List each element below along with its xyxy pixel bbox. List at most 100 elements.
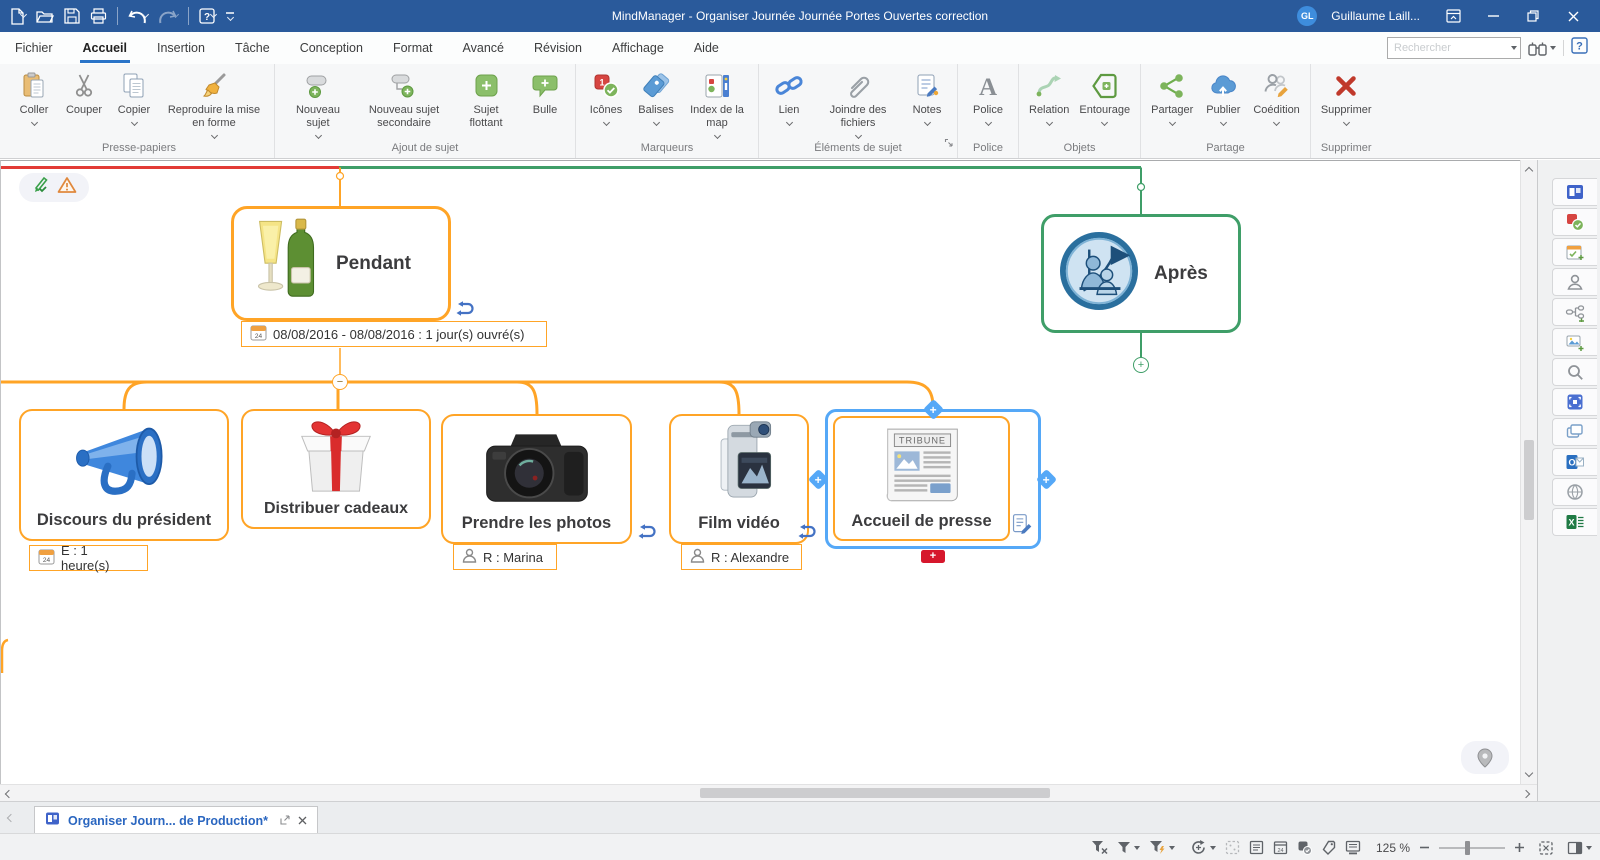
tab-accueil[interactable]: Accueil bbox=[68, 32, 142, 64]
relationship-icon[interactable] bbox=[798, 520, 820, 547]
remove-filter-icon[interactable] bbox=[1091, 840, 1108, 855]
warning-triangle-icon[interactable] bbox=[57, 176, 77, 199]
outline-view-icon[interactable] bbox=[1249, 840, 1264, 855]
discours-effort-label[interactable]: 24 E : 1 heure(s) bbox=[29, 545, 148, 571]
tab-avance[interactable]: Avancé bbox=[448, 32, 519, 64]
nouveau-sujet-button[interactable]: Nouveau sujet bbox=[280, 67, 356, 138]
tags-view-icon[interactable] bbox=[1321, 840, 1336, 855]
joindre-des-fichiers-button[interactable]: Joindre des fichiers bbox=[814, 67, 902, 138]
pendant-date-label[interactable]: 24 08/08/2016 - 08/08/2016 : 1 jour(s) o… bbox=[241, 321, 547, 347]
tab-revision[interactable]: Révision bbox=[519, 32, 597, 64]
tab-affichage[interactable]: Affichage bbox=[597, 32, 679, 64]
tab-conception[interactable]: Conception bbox=[285, 32, 378, 64]
filter-icon[interactable] bbox=[1117, 841, 1140, 855]
close-tab-icon[interactable] bbox=[298, 812, 307, 830]
close-button[interactable] bbox=[1560, 3, 1586, 29]
notes-button[interactable]: Notes bbox=[902, 67, 952, 125]
partager-button[interactable]: Partager bbox=[1146, 67, 1198, 125]
search-input[interactable] bbox=[1387, 37, 1521, 59]
map-canvas[interactable]: − + bbox=[0, 160, 1520, 784]
markers-index-button[interactable] bbox=[1552, 208, 1597, 236]
relationship-icon[interactable] bbox=[638, 520, 660, 547]
supprimer-button[interactable]: Supprimer bbox=[1316, 67, 1377, 125]
scroll-left-arrow[interactable] bbox=[5, 790, 13, 798]
scroll-down-arrow[interactable] bbox=[1525, 769, 1533, 777]
vertical-scroll-thumb[interactable] bbox=[1524, 440, 1534, 520]
vertical-scrollbar[interactable] bbox=[1520, 160, 1538, 784]
save-icon[interactable] bbox=[64, 8, 80, 24]
customize-toolbar-icon[interactable] bbox=[226, 12, 234, 20]
scroll-up-arrow[interactable] bbox=[1525, 167, 1533, 175]
expand-toggle[interactable]: + bbox=[1133, 357, 1149, 373]
power-filter-icon[interactable] bbox=[1149, 840, 1175, 855]
map-parts-button[interactable] bbox=[1552, 298, 1597, 326]
print-icon[interactable] bbox=[90, 8, 107, 24]
topic-apres[interactable]: Après bbox=[1041, 214, 1241, 333]
topic-distribuer-cadeaux[interactable]: Distribuer cadeaux bbox=[241, 409, 431, 529]
photos-resource-label[interactable]: R : Marina bbox=[453, 544, 557, 570]
tab-format[interactable]: Format bbox=[378, 32, 448, 64]
horizontal-scrollbar[interactable] bbox=[0, 784, 1537, 801]
zoom-in-button[interactable] bbox=[1514, 842, 1525, 853]
topic-accueil-de-presse[interactable]: TRIBUNE Accueil de presse bbox=[833, 416, 1010, 541]
user-menu[interactable]: Guillaume Laill... bbox=[1331, 9, 1426, 23]
ribbon-display-options-icon[interactable] bbox=[1440, 3, 1466, 29]
topic-film-video[interactable]: Film vidéo bbox=[669, 414, 809, 544]
balises-button[interactable]: Balises bbox=[631, 67, 681, 125]
relationship-icon[interactable] bbox=[456, 297, 478, 324]
binoculars-icon[interactable] bbox=[1528, 41, 1556, 56]
entourage-button[interactable]: Entourage bbox=[1074, 67, 1135, 125]
minimize-button[interactable] bbox=[1480, 3, 1506, 29]
document-tab[interactable]: Organiser Journ... de Production* bbox=[34, 806, 318, 835]
tab-scroll-left-arrow[interactable] bbox=[7, 814, 15, 822]
couper-button[interactable]: Couper bbox=[59, 67, 109, 117]
undo-icon[interactable] bbox=[128, 9, 148, 24]
topic-pendant[interactable]: Pendant bbox=[231, 206, 451, 321]
topic-prendre-les-photos[interactable]: Prendre les photos bbox=[441, 414, 632, 544]
redo-icon[interactable] bbox=[158, 9, 178, 24]
tab-tache[interactable]: Tâche bbox=[220, 32, 285, 64]
center-map-button[interactable] bbox=[1461, 741, 1509, 774]
zoom-slider-thumb[interactable] bbox=[1465, 841, 1470, 855]
float-tab-icon[interactable] bbox=[280, 812, 290, 830]
add-subtopic-badge[interactable]: + bbox=[921, 550, 945, 563]
publier-button[interactable]: Publier bbox=[1198, 67, 1248, 125]
help-icon[interactable]: ? bbox=[1571, 37, 1588, 59]
search-button[interactable] bbox=[1552, 358, 1597, 386]
police-button[interactable]: A Police bbox=[963, 67, 1013, 125]
excel-button[interactable]: X bbox=[1552, 508, 1597, 536]
tab-fichier[interactable]: Fichier bbox=[0, 32, 68, 64]
bulle-button[interactable]: Bulle bbox=[520, 67, 570, 117]
task-panes-button[interactable] bbox=[1567, 841, 1592, 855]
topic-discours-du-president[interactable]: Discours du président bbox=[19, 409, 229, 541]
topic-notes-icon[interactable] bbox=[1011, 513, 1033, 540]
dialog-launcher-icon[interactable] bbox=[944, 135, 954, 153]
sujet-flottant-button[interactable]: Sujet flottant bbox=[452, 67, 520, 130]
reproduire-mise-en-forme-button[interactable]: Reproduire la mise en forme bbox=[159, 67, 269, 138]
index-de-la-map-button[interactable]: Index de la map bbox=[681, 67, 753, 138]
document-pane-button[interactable] bbox=[1552, 178, 1597, 206]
video-resource-label[interactable]: R : Alexandre bbox=[681, 544, 802, 570]
horizontal-scroll-thumb[interactable] bbox=[700, 788, 1050, 798]
collapse-toggle[interactable]: − bbox=[332, 374, 348, 390]
linked-maps-button[interactable] bbox=[1552, 418, 1597, 446]
auto-refresh-icon[interactable] bbox=[1190, 839, 1216, 856]
fit-map-button[interactable] bbox=[1538, 840, 1554, 856]
help-icon[interactable]: ? bbox=[199, 8, 216, 24]
avatar[interactable]: GL bbox=[1297, 6, 1317, 26]
capture-button[interactable] bbox=[1552, 388, 1597, 416]
restore-button[interactable] bbox=[1520, 3, 1546, 29]
nouveau-sujet-secondaire-button[interactable]: Nouveau sujet secondaire bbox=[356, 67, 452, 130]
scroll-right-arrow[interactable] bbox=[1522, 790, 1530, 798]
outlook-button[interactable]: O bbox=[1552, 448, 1597, 476]
spellcheck-pen-icon[interactable] bbox=[32, 176, 50, 199]
tab-aide[interactable]: Aide bbox=[679, 32, 734, 64]
zoom-slider[interactable] bbox=[1439, 847, 1505, 849]
lien-button[interactable]: Lien bbox=[764, 67, 814, 125]
coedition-button[interactable]: Coédition bbox=[1248, 67, 1304, 125]
resources-button[interactable] bbox=[1552, 268, 1597, 296]
slides-view-icon[interactable] bbox=[1345, 840, 1361, 855]
schedule-view-icon[interactable]: 24 bbox=[1273, 840, 1288, 855]
relation-button[interactable]: Relation bbox=[1024, 67, 1074, 125]
zoom-out-button[interactable] bbox=[1419, 842, 1430, 853]
